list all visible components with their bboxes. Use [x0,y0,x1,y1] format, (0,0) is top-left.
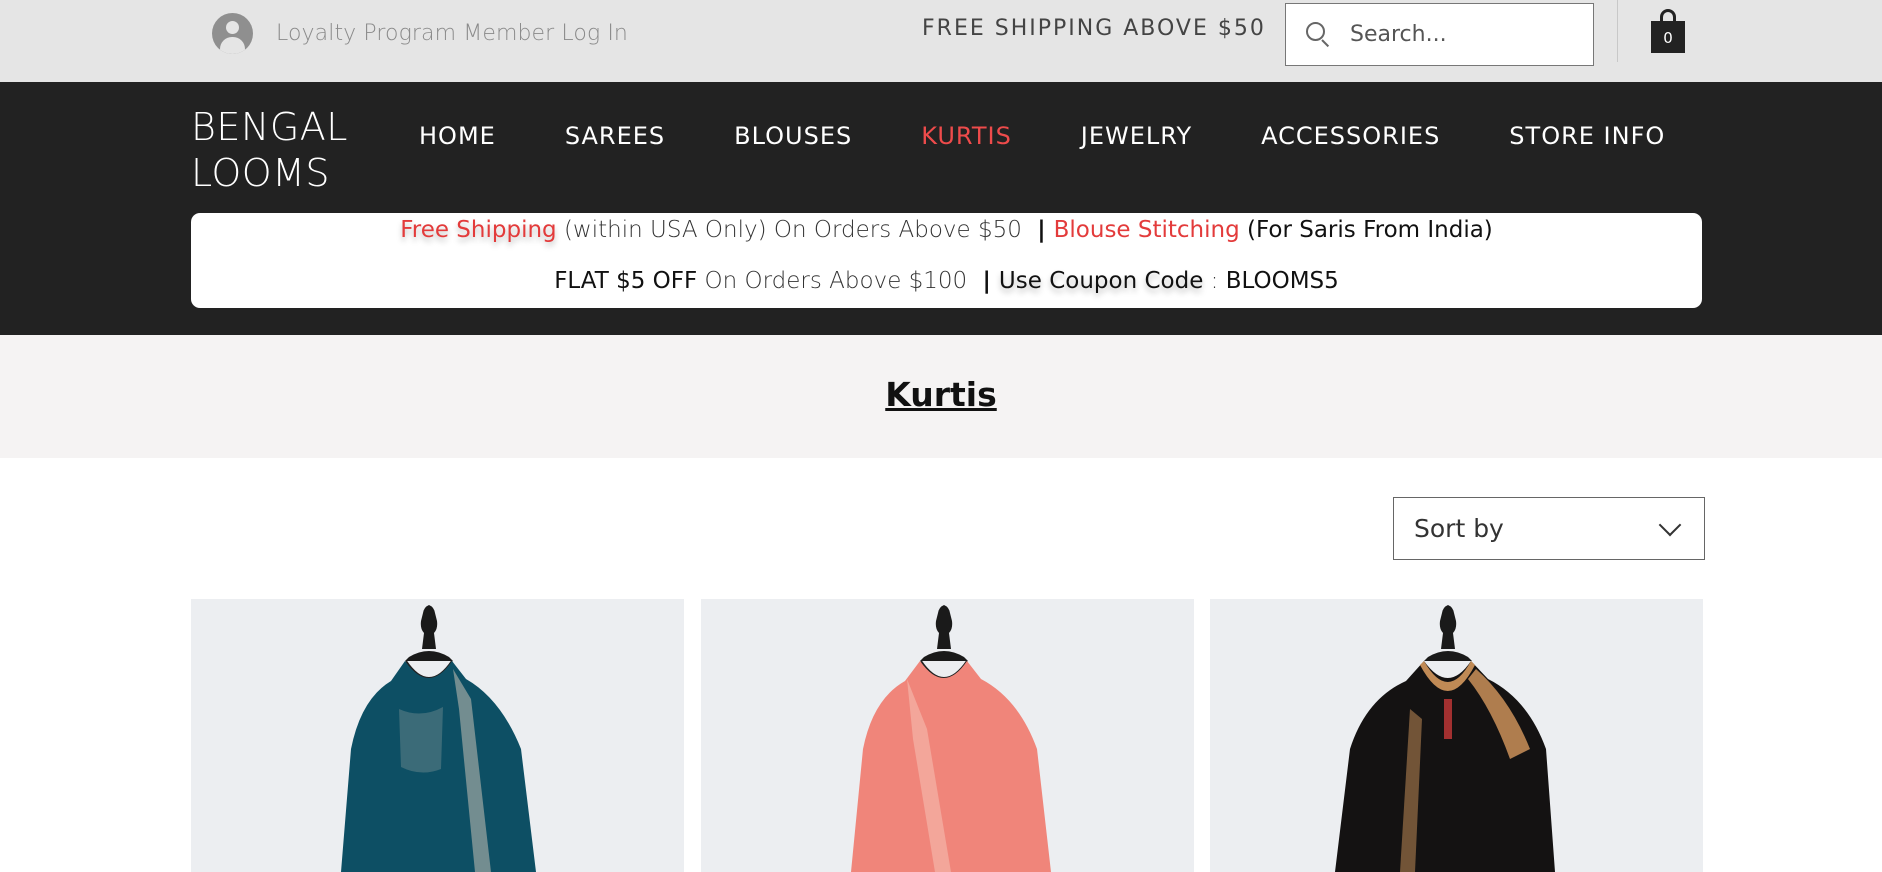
logo-line-2: LOOMS [191,151,331,195]
logo-line-1: BENGAL [191,105,348,149]
category-title-band: Kurtis [0,335,1882,458]
member-login-link[interactable]: Loyalty Program Member Log In [212,13,628,54]
cart-button[interactable]: 0 [1651,9,1685,53]
nav-blouses[interactable]: BLOUSES [734,122,852,150]
search-box[interactable] [1285,3,1594,66]
product-card[interactable] [191,599,684,872]
flat-off-text: FLAT $5 OFF [554,268,698,294]
nav-home[interactable]: HOME [419,122,496,150]
banner-line-2: FLAT $5 OFF On Orders Above $100 | Use Co… [191,268,1702,294]
blouse-stitching-text: Blouse Stitching [1053,217,1240,243]
search-input[interactable] [1350,22,1580,47]
product-image [191,599,684,872]
nav-accessories[interactable]: ACCESSORIES [1261,122,1440,150]
search-icon [1306,21,1332,48]
banner-line-1: Free Shipping (within USA Only) On Order… [191,217,1702,243]
cart-count: 0 [1651,21,1685,53]
banner-separator: | [1037,217,1046,243]
sort-dropdown[interactable]: Sort by [1393,497,1705,560]
within-usa-text: (within USA Only) On Orders Above $50 [563,217,1022,243]
nav-store-info[interactable]: STORE INFO [1509,122,1665,150]
product-image [1210,599,1703,872]
product-card[interactable] [701,599,1194,872]
site-header: BENGAL LOOMS HOME SAREES BLOUSES KURTIS … [0,82,1882,335]
coupon-label: Use Coupon Code [998,268,1204,294]
promo-banner: Free Shipping (within USA Only) On Order… [191,213,1702,308]
for-saris-text: (For Saris From India) [1247,217,1493,243]
free-shipping-promo: FREE SHIPPING ABOVE $50 [922,16,1266,41]
banner-separator: | [982,268,991,294]
coupon-code: BLOOMS5 [1225,268,1339,294]
product-image [701,599,1194,872]
nav-sarees[interactable]: SAREES [565,122,665,150]
topbar-divider [1617,0,1618,62]
chevron-down-icon [1658,513,1682,536]
nav-jewelry[interactable]: JEWELRY [1081,122,1192,150]
user-avatar-icon [212,13,253,54]
product-card[interactable] [1210,599,1703,872]
nav-kurtis[interactable]: KURTIS [921,122,1012,150]
member-login-label: Loyalty Program Member Log In [276,21,628,46]
coupon-colon: : [1210,268,1219,294]
page-title: Kurtis [885,375,997,414]
orders-above-text: On Orders Above $100 [704,268,968,294]
free-shipping-text: Free Shipping [400,217,557,243]
top-utility-bar: Loyalty Program Member Log In FREE SHIPP… [0,0,1882,82]
main-nav: HOME SAREES BLOUSES KURTIS JEWELRY ACCES… [419,122,1665,150]
sort-label: Sort by [1414,514,1504,543]
site-logo[interactable]: BENGAL LOOMS [191,104,348,196]
